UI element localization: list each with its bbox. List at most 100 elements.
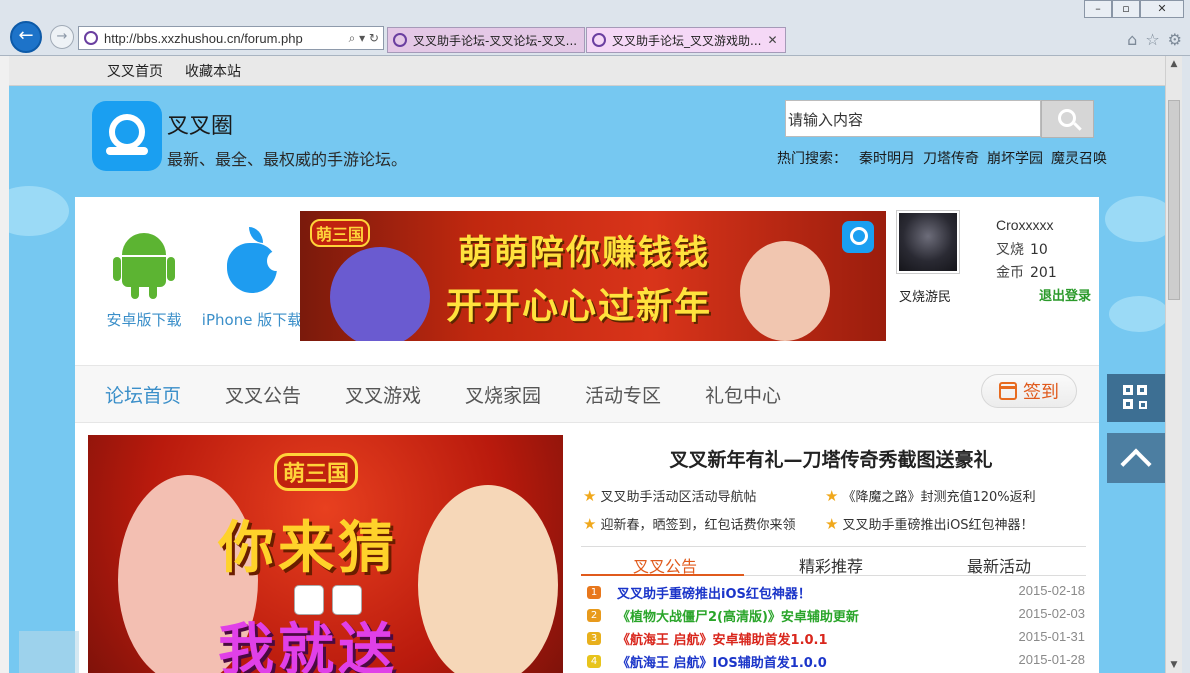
banner-game-logo: 萌三国 xyxy=(310,219,371,247)
address-bar[interactable]: http://bbs.xxzhushou.cn/forum.php ⌕ ▾ ↻ xyxy=(78,26,384,50)
hot-term[interactable]: 秦时明月 xyxy=(859,148,915,168)
window-controls: – ▫ ✕ xyxy=(1084,0,1184,18)
hot-search: 热门搜索： 秦时明月 刀塔传奇 崩坏学园 魔灵召唤 xyxy=(777,148,1107,168)
list-item-title[interactable]: 《航海王 启航》IOS辅助首发1.0.0 xyxy=(617,652,827,671)
tab-latest-events[interactable]: 最新活动 xyxy=(967,553,1031,577)
scroll-down-icon[interactable]: ▼ xyxy=(1166,657,1182,673)
avatar[interactable] xyxy=(896,210,960,274)
settings-gear-icon[interactable]: ⚙ xyxy=(1168,30,1182,49)
scrollbar-thumb[interactable] xyxy=(1168,100,1180,300)
android-icon xyxy=(113,227,175,299)
rank-badge: 2 xyxy=(587,609,601,622)
cloud-decoration xyxy=(1105,196,1165,242)
search-input[interactable]: 请输入内容 xyxy=(785,100,1041,137)
page-viewport: 叉叉首页 收藏本站 叉叉圈 最新、最全、最权威的手游论坛。 请输入内容 热门搜索… xyxy=(9,56,1165,673)
home-icon[interactable]: ⌂ xyxy=(1127,30,1137,49)
forward-button[interactable]: → xyxy=(50,25,74,49)
cloud-decoration xyxy=(9,186,69,236)
nav-events[interactable]: 活动专区 xyxy=(585,381,661,408)
promo-game-logo: 萌三国 xyxy=(274,453,359,491)
logout-link[interactable]: 退出登录 xyxy=(1039,285,1091,304)
list-item[interactable]: 1 叉叉助手重磅推出iOS红包神器！ 2015-02-18 xyxy=(587,583,1085,605)
hot-search-label: 热门搜索： xyxy=(777,151,847,167)
browser-tab-2[interactable]: 叉叉助手论坛_叉叉游戏助... ✕ xyxy=(586,27,786,53)
tab-title: 叉叉助手论坛-叉叉论坛-叉叉... xyxy=(413,33,578,48)
nav-games[interactable]: 叉叉游戏 xyxy=(345,381,421,408)
signin-label: 签到 xyxy=(1023,382,1059,403)
site-name: 叉叉圈 xyxy=(167,114,234,139)
user-stat-chashao: 叉烧 10 xyxy=(996,242,1048,258)
news-link[interactable]: ★ 叉叉助手活动区活动导航帖 xyxy=(583,486,756,506)
nav-announcements[interactable]: 叉叉公告 xyxy=(225,381,301,408)
search-refresh-icon[interactable]: ⌕ ▾ ↻ xyxy=(349,31,383,46)
rank-badge: 4 xyxy=(587,655,601,668)
promo-image[interactable]: 萌三国 你来猜 我就送 xyxy=(88,435,563,673)
site-favicon-icon xyxy=(84,31,98,45)
nav-forum-home[interactable]: 论坛首页 xyxy=(105,381,181,408)
rank-badge: 1 xyxy=(587,586,601,599)
promo-character-right xyxy=(418,485,558,673)
top-link-bar: 叉叉首页 收藏本站 xyxy=(9,56,1165,86)
tab-close-icon[interactable]: ✕ xyxy=(767,33,777,47)
news-link[interactable]: ★ 迎新春，晒签到，红包话费你来领 xyxy=(583,514,795,534)
nav-gift-center[interactable]: 礼包中心 xyxy=(705,381,781,408)
list-item-date: 2015-02-18 xyxy=(1018,583,1086,598)
list-item[interactable]: 4 《航海王 启航》IOS辅助首发1.0.0 2015-01-28 xyxy=(587,652,1085,673)
site-slogan: 最新、最全、最权威的手游论坛。 xyxy=(167,150,408,169)
promo-line-1: 你来猜 xyxy=(218,516,398,581)
window-frame xyxy=(1182,56,1190,673)
tab-recommended[interactable]: 精彩推荐 xyxy=(799,553,863,577)
list-item-title[interactable]: 《植物大战僵尸2(高清版)》安卓辅助更新 xyxy=(617,606,859,625)
news-headline[interactable]: 叉叉新年有礼—刀塔传奇秀截图送豪礼 xyxy=(581,445,1081,472)
decoration xyxy=(19,631,79,673)
calendar-icon xyxy=(999,382,1017,400)
active-tab-indicator xyxy=(581,574,744,576)
back-to-top-button[interactable] xyxy=(1107,433,1165,483)
site-logo-icon[interactable] xyxy=(92,101,162,171)
hot-term[interactable]: 崩坏学园 xyxy=(987,148,1043,168)
qr-code-button[interactable] xyxy=(1107,374,1165,422)
tab-title: 叉叉助手论坛_叉叉游戏助... xyxy=(612,33,762,48)
favorites-star-icon[interactable]: ☆ xyxy=(1145,30,1159,49)
star-icon: ★ xyxy=(825,514,839,533)
news-link[interactable]: ★ 叉叉助手重磅推出iOS红包神器！ xyxy=(825,514,1034,534)
browser-toolbar-icons: ⌂ ☆ ⚙ xyxy=(1127,30,1182,49)
android-download-label: 安卓版下载 xyxy=(106,311,182,329)
scroll-up-icon[interactable]: ▲ xyxy=(1166,56,1182,72)
search-button[interactable] xyxy=(1041,100,1094,138)
list-item-date: 2015-01-31 xyxy=(1018,629,1086,644)
list-item-title[interactable]: 叉叉助手重磅推出iOS红包神器！ xyxy=(617,583,811,602)
new-year-banner[interactable]: 萌三国 萌萌陪你赚钱钱 开开心心过新年 xyxy=(300,211,886,341)
home-link[interactable]: 叉叉首页 xyxy=(107,61,163,81)
banner-line-2: 开开心心过新年 xyxy=(446,286,713,327)
hot-term[interactable]: 刀塔传奇 xyxy=(923,148,979,168)
android-download[interactable]: 安卓版下载 xyxy=(89,227,199,330)
hot-term[interactable]: 魔灵召唤 xyxy=(1051,148,1107,168)
minimize-icon[interactable]: – xyxy=(1084,0,1112,18)
star-icon: ★ xyxy=(583,486,597,505)
apple-icon xyxy=(221,227,285,299)
browser-tab-1[interactable]: 叉叉助手论坛-叉叉论坛-叉叉... xyxy=(387,27,585,53)
maximize-icon[interactable]: ▫ xyxy=(1112,0,1140,18)
news-link[interactable]: ★ 《降魔之路》封测充值120%返利 xyxy=(825,486,1036,506)
scrollbar[interactable]: ▲ ▼ xyxy=(1165,56,1182,673)
banner-line-1: 萌萌陪你赚钱钱 xyxy=(458,233,710,273)
user-name[interactable]: Croxxxxx xyxy=(996,217,1054,233)
back-button[interactable]: ← xyxy=(10,21,42,53)
promo-line-2: 我就送 xyxy=(218,618,398,673)
star-icon: ★ xyxy=(583,514,597,533)
list-item[interactable]: 3 《航海王 启航》安卓辅助首发1.0.1 2015-01-31 xyxy=(587,629,1085,651)
iphone-download[interactable]: iPhone 版下载 xyxy=(187,227,317,330)
news-tabs: 叉叉公告 精彩推荐 最新活动 xyxy=(581,546,1086,576)
list-item[interactable]: 2 《植物大战僵尸2(高清版)》安卓辅助更新 2015-02-03 xyxy=(587,606,1085,628)
qr-code-icon xyxy=(1123,385,1149,411)
iphone-download-label: iPhone 版下载 xyxy=(201,311,303,329)
nav-home-community[interactable]: 叉烧家园 xyxy=(465,381,541,408)
banner-character-left xyxy=(330,247,430,341)
close-icon[interactable]: ✕ xyxy=(1140,0,1184,18)
bookmark-link[interactable]: 收藏本站 xyxy=(185,61,241,81)
signin-button[interactable]: 签到 xyxy=(981,374,1077,408)
tab-favicon-icon xyxy=(393,33,407,47)
list-item-title[interactable]: 《航海王 启航》安卓辅助首发1.0.1 xyxy=(617,629,828,648)
user-stat-coins: 金币 201 xyxy=(996,265,1057,281)
